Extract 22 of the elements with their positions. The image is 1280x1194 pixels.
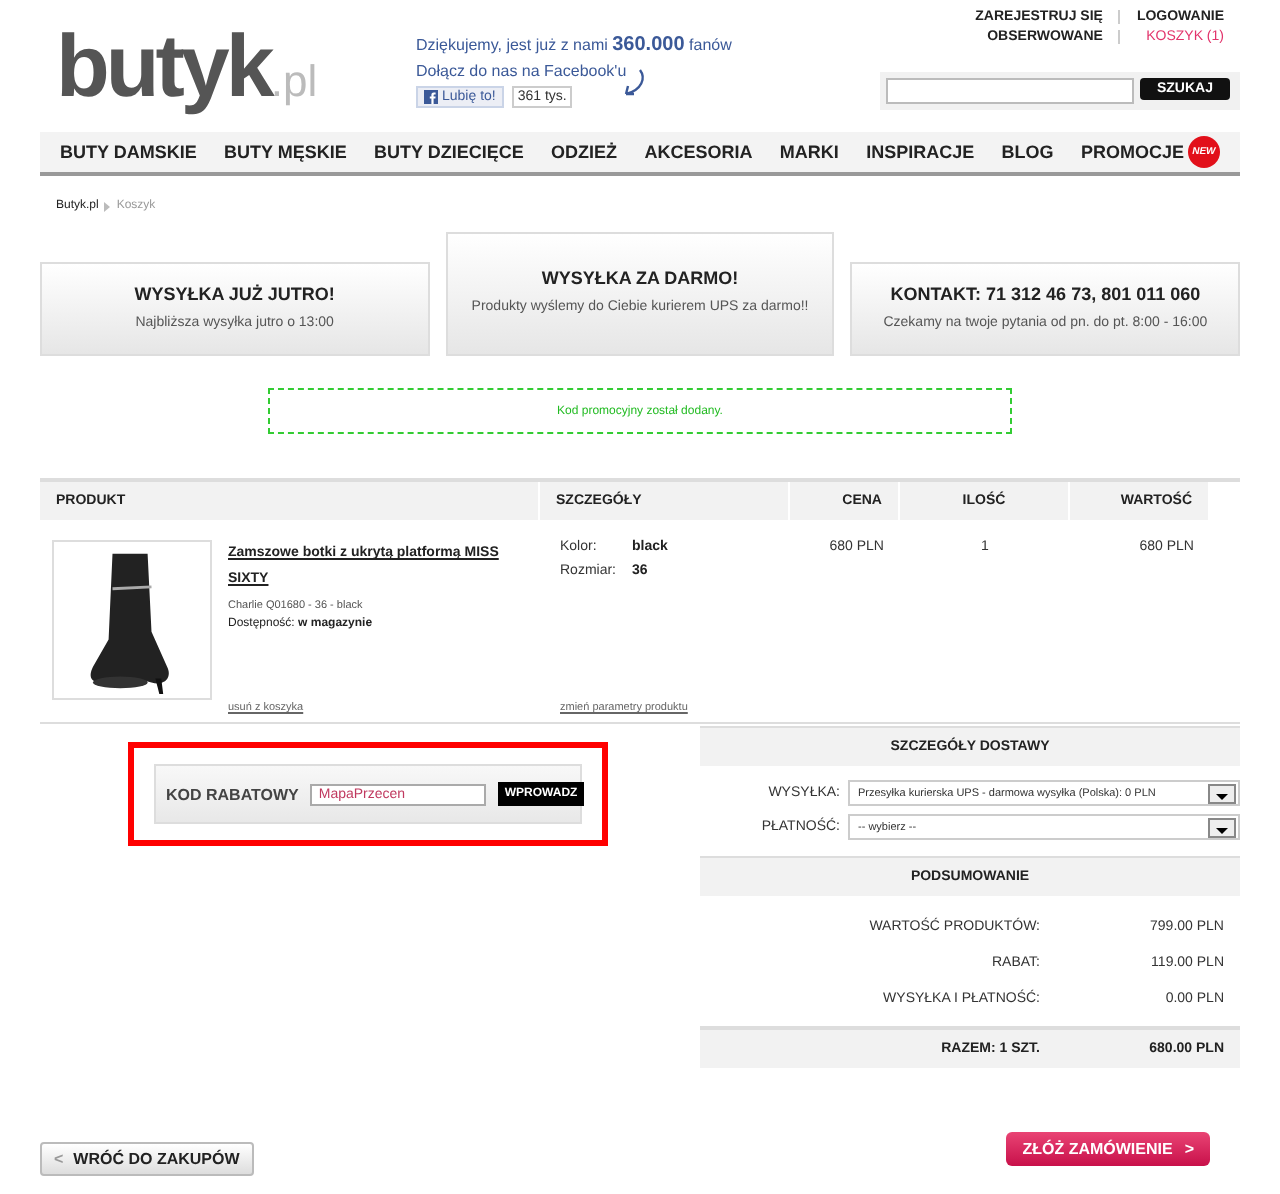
info-title: KONTAKT: 71 312 46 73, 801 011 060 <box>890 283 1201 304</box>
nav-item[interactable]: MARKI <box>779 142 839 162</box>
order-button[interactable]: ZŁÓŻ ZAMÓWIENIE > <box>1006 1132 1210 1166</box>
nav-item[interactable]: INSPIRACJE <box>866 142 975 162</box>
nav-item[interactable]: BUTY MĘSKIE <box>224 142 347 162</box>
nav-item[interactable]: BUTY DAMSKIE <box>60 142 197 162</box>
discount-label: KOD RABATOWY <box>166 785 299 803</box>
facebook-join-text: Dołącz do nas na Facebook'u <box>416 62 629 80</box>
nav-item[interactable]: BUTY DZIECIĘCE <box>374 142 524 162</box>
facebook-icon <box>424 90 438 104</box>
facebook-fans-text: Dziękujemy, jest już z nami 360.000 fanów <box>416 34 734 56</box>
dropdown-icon <box>1208 783 1236 803</box>
nav-item[interactable]: AKCESORIA <box>644 142 753 162</box>
nav-item[interactable]: ODZIEŻ <box>551 142 618 162</box>
info-title: WYSYŁKA JUŻ JUTRO! <box>134 283 335 304</box>
chevron-icon <box>104 202 111 212</box>
dropdown-icon <box>1208 817 1236 837</box>
logo[interactable]: butyk.pl <box>56 24 416 112</box>
nav-item[interactable]: BLOG <box>1001 142 1054 162</box>
search-field[interactable] <box>886 78 1134 104</box>
back-button[interactable]: < WRÓĆ DO ZAKUPÓW <box>40 1142 254 1176</box>
info-title: WYSYŁKA ZA DARMO! <box>541 268 739 289</box>
